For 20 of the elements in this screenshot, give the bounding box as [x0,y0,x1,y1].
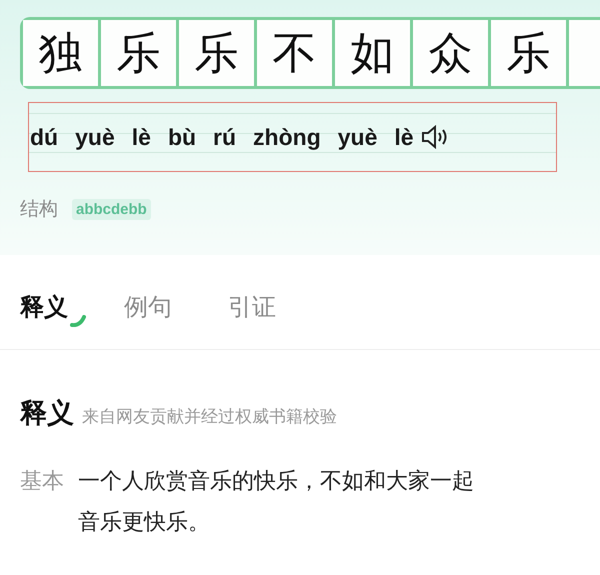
swoosh-icon [70,315,86,327]
pinyin-syllable: dú [30,124,58,150]
tab[interactable]: 释义 [20,291,68,323]
pinyin-syllable: yuè [338,124,378,150]
pinyin-syllable: rú [213,124,236,150]
character-tile: 独 [23,20,101,86]
definition-text: 音乐更快乐。 [78,509,211,537]
pinyin-syllable: yuè [75,124,115,150]
tab[interactable]: 例句 [124,291,172,323]
section-title: 释义 [20,397,74,431]
structure-tag: abbcdebb [72,198,151,220]
tab[interactable]: 引证 [228,291,276,323]
pinyin-syllable: lè [132,124,151,150]
pinyin-syllable: lè [394,124,414,150]
entry-label: 基本 [20,468,64,496]
pinyin-syllable: zhòng [253,124,321,150]
pinyin-syllable: bù [168,124,196,150]
structure-label: 结构 [20,197,58,222]
definition-text: 一个人欣赏音乐的快乐，不如和大家一起 [78,468,474,496]
source-note: 来自网友贡献并经过权威书籍校验 [82,406,337,428]
